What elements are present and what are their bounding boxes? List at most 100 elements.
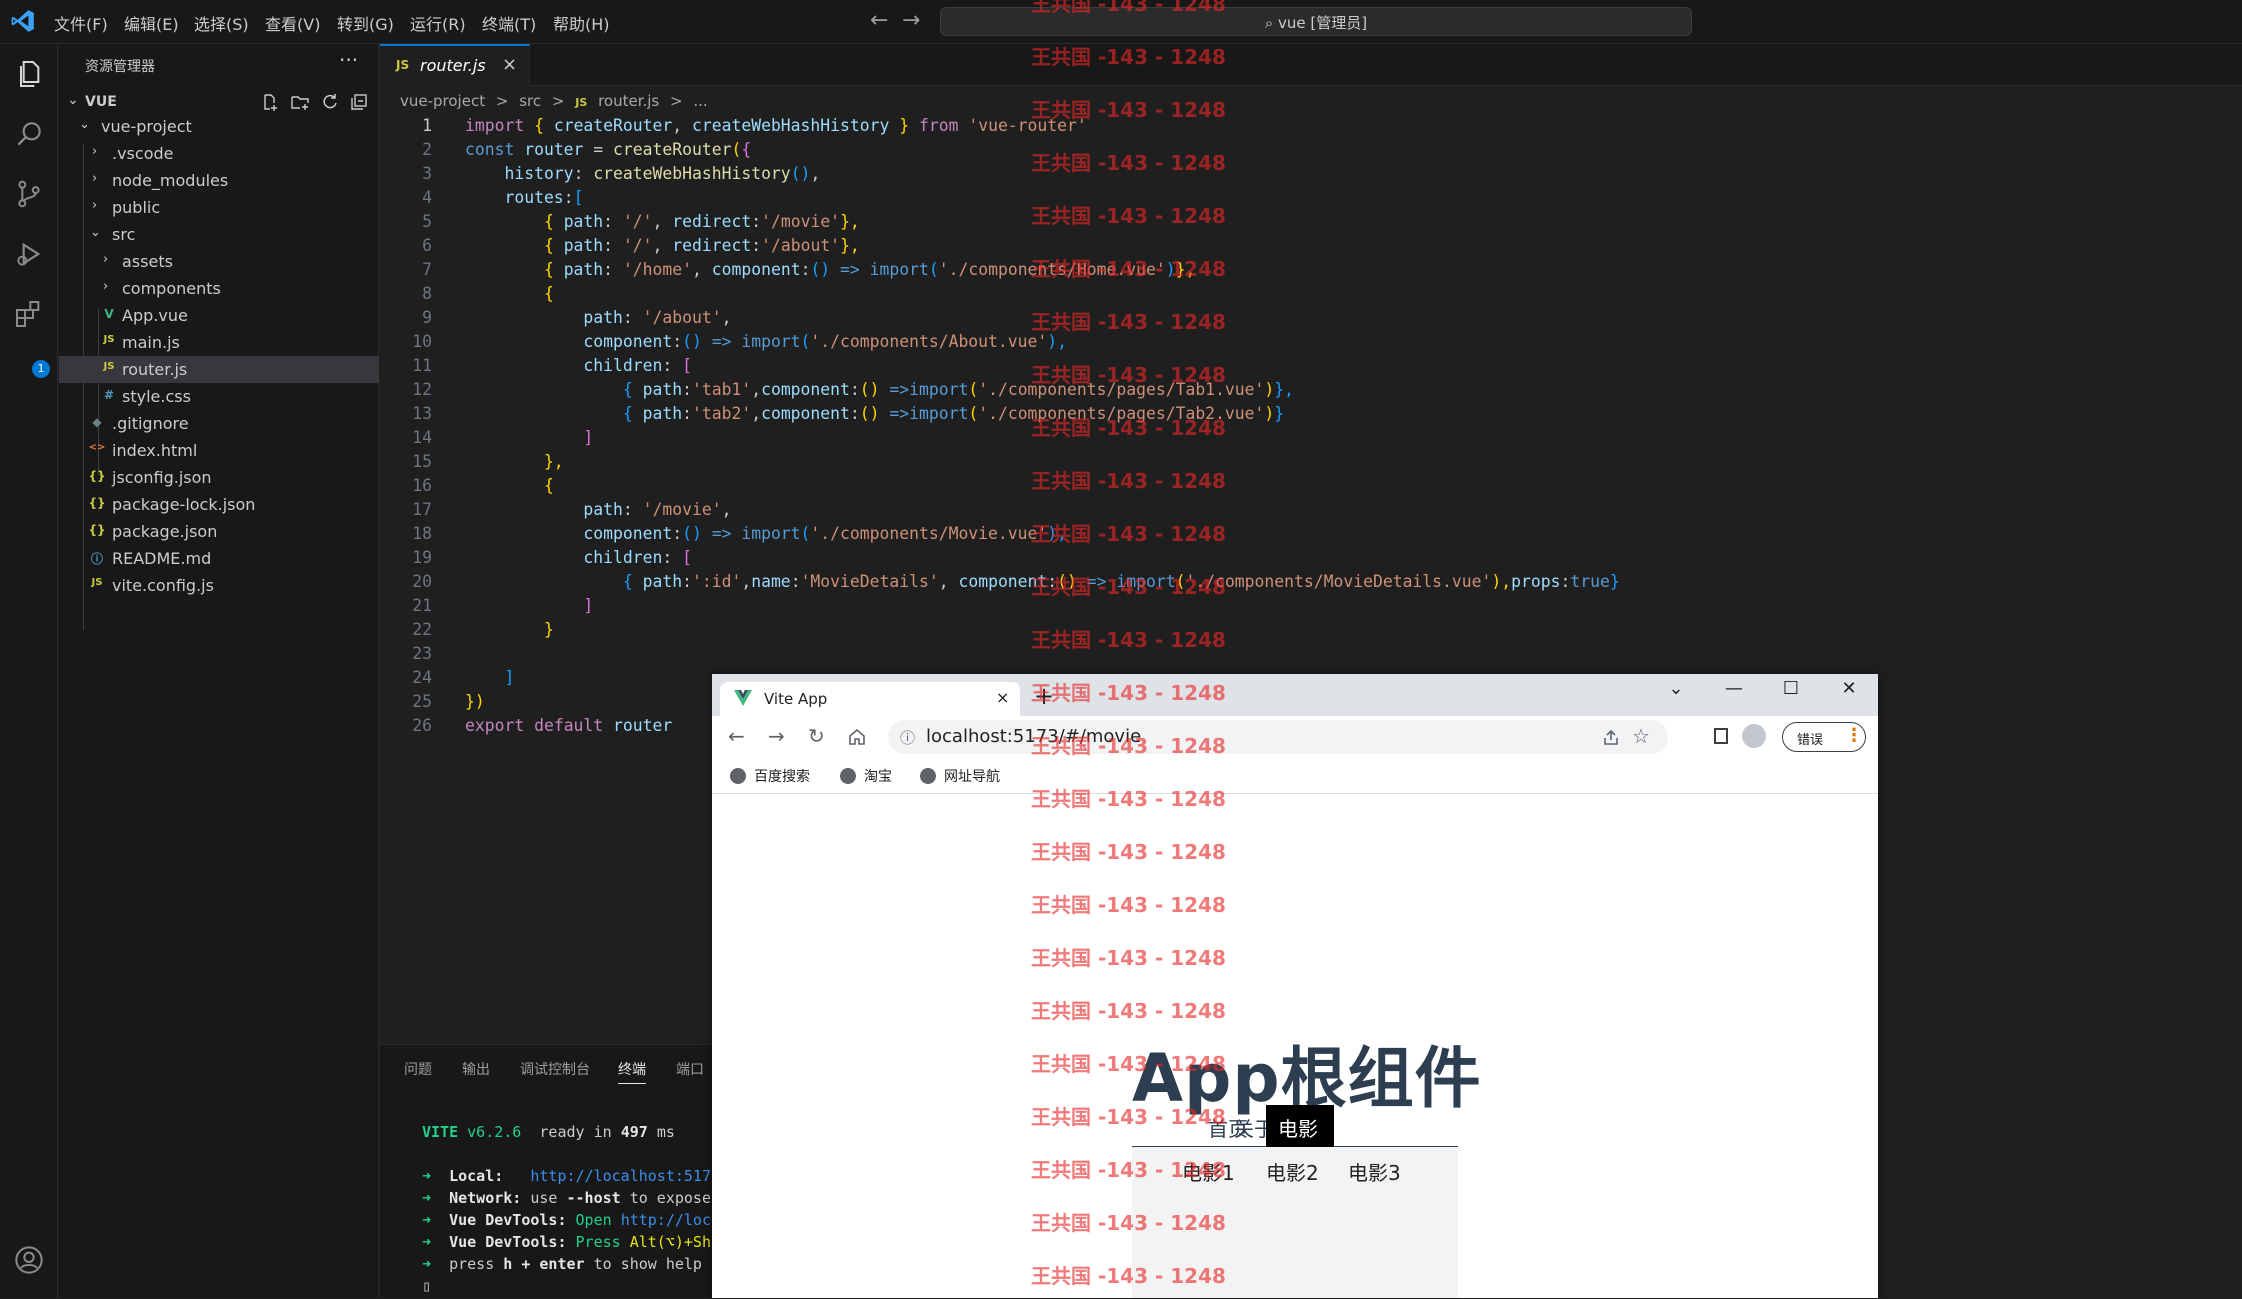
tree-folder-components[interactable]: › components: [59, 275, 379, 302]
menu-terminal[interactable]: 终端(T): [482, 11, 536, 35]
tab-terminal[interactable]: 终端: [618, 1059, 646, 1084]
bookmark-item[interactable]: 百度搜索: [730, 766, 810, 786]
tree-file-package-lock-json[interactable]: {} package-lock.json: [59, 491, 379, 518]
chevron-right-icon: >: [551, 92, 565, 110]
tree-folder-public[interactable]: › public: [59, 194, 379, 221]
breadcrumb-item[interactable]: ...: [693, 92, 707, 110]
line-number: 24: [412, 668, 432, 687]
tree-folder-src[interactable]: ⌄ src: [59, 221, 379, 248]
address-bar[interactable]: ⓘ localhost:5173/#/movie ☆: [888, 720, 1668, 754]
vscode-logo-icon: [11, 10, 34, 32]
tab-output[interactable]: 输出: [462, 1059, 490, 1079]
back-icon[interactable]: ←: [728, 724, 745, 748]
line-number: 14: [412, 428, 432, 447]
terminal-cursor: ▯: [422, 1277, 432, 1295]
line-number: 21: [412, 596, 432, 615]
line-number: 12: [412, 380, 432, 399]
chevron-down-icon: ⌄: [90, 225, 101, 240]
refresh-icon[interactable]: [320, 92, 340, 112]
sub-link-movie-3[interactable]: 电影3: [1348, 1157, 1401, 1186]
bookmark-item[interactable]: 淘宝: [840, 766, 892, 786]
tree-file-vite-config-js[interactable]: JS vite.config.js: [59, 572, 379, 599]
tree-file-style-css[interactable]: # style.css: [59, 383, 379, 410]
sub-link-movie-1[interactable]: 电影1: [1182, 1157, 1235, 1186]
line-number: 1: [422, 116, 432, 135]
error-button[interactable]: 错误 ⋮: [1782, 722, 1866, 752]
collapse-all-icon[interactable]: [349, 92, 369, 112]
chevron-right-icon: >: [495, 92, 509, 110]
menu-edit[interactable]: 编辑(E): [124, 11, 179, 35]
home-icon[interactable]: [848, 728, 866, 746]
tree-file-package-json[interactable]: {} package.json: [59, 518, 379, 545]
tree-item-label: assets: [122, 252, 173, 271]
close-icon[interactable]: ×: [502, 54, 517, 75]
chevron-right-icon: ›: [92, 171, 98, 186]
globe-icon: [840, 768, 856, 784]
window-close-icon[interactable]: ✕: [1829, 678, 1869, 699]
tree-file-gitignore[interactable]: ◆ .gitignore: [59, 410, 379, 437]
tree-folder-vue-project[interactable]: ⌄ vue-project: [59, 113, 379, 140]
code-editor[interactable]: 1 import { createRouter, createWebHashHis…: [380, 114, 2242, 735]
tab-ports[interactable]: 端口: [676, 1059, 704, 1079]
line-number: 3: [422, 164, 432, 183]
source-control-icon[interactable]: [13, 178, 45, 210]
tree-file-readme-md[interactable]: ⓘ README.md: [59, 545, 379, 572]
arrow-left-icon[interactable]: ←: [870, 8, 888, 33]
tree-file-router-js[interactable]: JS router.js: [59, 356, 379, 383]
line-number: 2: [422, 140, 432, 159]
browser-tab[interactable]: Vite App ×: [720, 682, 1020, 716]
tree-file-jsconfig-json[interactable]: {} jsconfig.json: [59, 464, 379, 491]
menu-view[interactable]: 查看(V): [265, 11, 320, 35]
tab-search-dropdown-icon[interactable]: ⌄: [1656, 678, 1696, 699]
breadcrumb-item[interactable]: vue-project: [400, 92, 485, 110]
javascript-file-icon: JS: [575, 96, 588, 109]
terminal-output[interactable]: VITE v6.2.6 ready in 497 ms ➜ Local: htt…: [422, 1121, 712, 1299]
tree-file-app-vue[interactable]: V App.vue: [59, 302, 379, 329]
more-actions-icon[interactable]: ···: [339, 48, 358, 72]
sub-link-movie-2[interactable]: 电影2: [1266, 1157, 1319, 1186]
extensions-icon[interactable]: [13, 298, 45, 330]
site-info-icon[interactable]: ⓘ: [900, 727, 915, 748]
menu-selection[interactable]: 选择(S): [194, 11, 249, 35]
forward-icon[interactable]: →: [768, 724, 785, 748]
tree-folder-assets[interactable]: › assets: [59, 248, 379, 275]
menu-go[interactable]: 转到(G): [337, 11, 394, 35]
tab-router-js[interactable]: JS router.js ×: [380, 44, 530, 86]
share-icon[interactable]: [1602, 729, 1620, 747]
explorer-files-icon[interactable]: [13, 58, 45, 90]
breadcrumb-item[interactable]: router.js: [598, 92, 659, 110]
search-icon[interactable]: [13, 118, 45, 150]
nav-link-movie[interactable]: 电影: [1266, 1105, 1334, 1147]
tree-file-main-js[interactable]: JS main.js: [59, 329, 379, 356]
breadcrumb-item[interactable]: src: [519, 92, 541, 110]
tree-folder-vscode[interactable]: › .vscode: [59, 140, 379, 167]
side-panel-icon[interactable]: [1714, 728, 1728, 744]
tree-file-index-html[interactable]: <> index.html: [59, 437, 379, 464]
new-tab-icon[interactable]: +: [1034, 682, 1054, 710]
new-folder-icon[interactable]: [290, 92, 310, 112]
account-icon[interactable]: [13, 1244, 45, 1276]
bookmark-label: 网址导航: [944, 769, 1000, 785]
maximize-icon[interactable]: ☐: [1771, 678, 1811, 699]
minimize-icon[interactable]: —: [1714, 678, 1754, 699]
nav-link-label: 电影: [1278, 1117, 1318, 1141]
close-icon[interactable]: ×: [996, 688, 1009, 707]
vue-file-icon: V: [104, 307, 114, 321]
tab-debug-console[interactable]: 调试控制台: [520, 1059, 590, 1079]
menu-help[interactable]: 帮助(H): [553, 11, 610, 35]
browser-window: Vite App × + ⌄ — ☐ ✕ ← → ↻ ⓘ localhost:5…: [712, 674, 1878, 1298]
arrow-right-icon[interactable]: →: [902, 8, 920, 33]
tree-folder-node-modules[interactable]: › node_modules: [59, 167, 379, 194]
bookmark-star-icon[interactable]: ☆: [1632, 724, 1650, 748]
menu-run[interactable]: 运行(R): [410, 11, 466, 35]
new-file-icon[interactable]: [260, 92, 280, 112]
bookmark-item[interactable]: 网址导航: [920, 766, 1000, 786]
menu-dots-icon: ⋮: [1845, 725, 1863, 746]
profile-avatar[interactable]: [1742, 724, 1766, 748]
run-debug-icon[interactable]: [13, 238, 45, 270]
command-center-search[interactable]: ⌕ vue [管理员]: [940, 7, 1692, 36]
reload-icon[interactable]: ↻: [808, 724, 825, 748]
menu-file[interactable]: 文件(F): [54, 11, 108, 35]
tab-problems[interactable]: 问题: [404, 1059, 432, 1079]
tree-item-label: .gitignore: [112, 414, 189, 433]
